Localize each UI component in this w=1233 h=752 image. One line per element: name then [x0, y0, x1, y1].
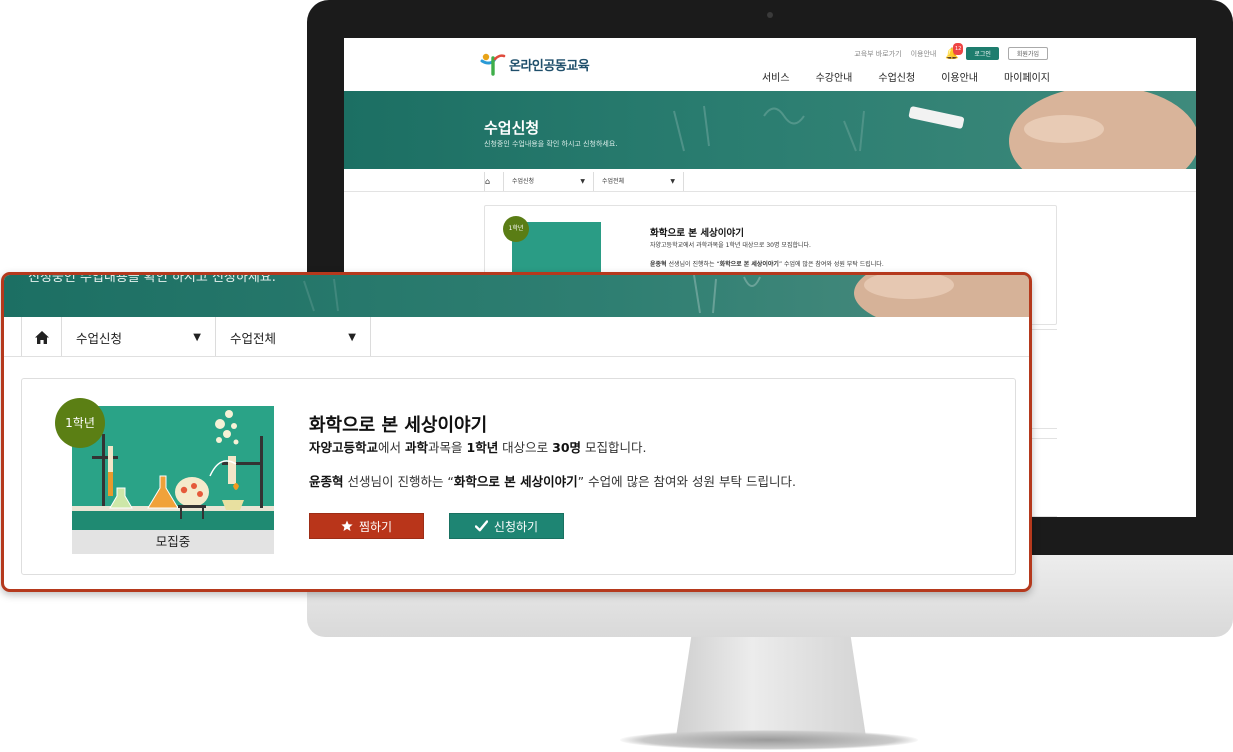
logo-icon: [480, 52, 506, 76]
breadcrumb-select-category[interactable]: 수업신청 ▼: [62, 317, 216, 357]
school-name: 자양고등학교: [650, 242, 684, 249]
course-card-small-3[interactable]: [1030, 438, 1057, 517]
chalkboard-image: [673, 91, 1196, 169]
breadcrumb-label: 수업전체: [602, 178, 625, 185]
course-desc-small: 자양고등학교에서 과학과목을 1학년 대상으로 30명 모집합니다.: [650, 240, 811, 249]
status-label: 모집중: [72, 530, 274, 554]
school-name: 자양고등학교: [309, 440, 379, 455]
breadcrumb-select-filter[interactable]: 수업전체 ▼: [216, 317, 371, 357]
breadcrumb-label: 수업전체: [230, 330, 277, 346]
desc-text: ” 수업에 많은 참여와 성원 부탁 드립니다.: [577, 474, 796, 489]
like-button[interactable]: 찜하기: [309, 513, 424, 539]
course-recruit-info: 자양고등학교에서 과학과목을 1학년 대상으로 30명 모집합니다.: [309, 437, 647, 456]
signup-button[interactable]: 회원가입: [1007, 47, 1048, 60]
course-title-inline: 화학으로 본 세상이야기: [719, 261, 779, 268]
teacher-name: 윤종혁: [650, 261, 667, 268]
hero-banner: 수업신청 신청중인 수업내용을 확인 하시고 신청하세요.: [344, 91, 1196, 169]
zoom-panel: 신청중인 수업내용을 확인 하시고 신청하세요. 수업신청 ▼ 수업전체 ▼ 모…: [1, 272, 1032, 592]
monitor-base: [620, 730, 918, 750]
grade-badge: 1학년: [55, 398, 105, 448]
stage: 온라인공동교육 교육부 바로가기 이용안내 🔔 12 로그인 회원가입 서비스 수…: [0, 0, 1233, 752]
breadcrumb-select-2-small[interactable]: 수업전체 ▼: [594, 172, 684, 192]
course-card: 모집중 1학년 화학으로 본 세상이야기 자양고등학교에서 과학과목을 1학년 …: [21, 378, 1016, 575]
course-card-small-2[interactable]: [1030, 329, 1057, 429]
dropdown-arrow-icon: ▼: [580, 178, 585, 185]
course-teacher-small: 윤종혁 선생님이 진행하는 “화학으로 본 세상이야기” 수업에 많은 참여와 …: [650, 259, 884, 268]
dropdown-arrow-icon: ▼: [670, 178, 675, 185]
desc-text: 과목을: [428, 440, 467, 455]
desc-text: 모집합니다.: [779, 242, 811, 249]
nav-item-guide[interactable]: 이용안내: [941, 69, 978, 84]
course-title-inline: 화학으로 본 세상이야기: [453, 474, 578, 489]
chalkboard-image: [303, 275, 1029, 317]
nav-item-mypage[interactable]: 마이페이지: [1004, 69, 1050, 84]
site-logo[interactable]: 온라인공동교육: [480, 52, 590, 76]
camera-dot: [767, 12, 773, 18]
utility-bar: 교육부 바로가기 이용안내 🔔 12 로그인 회원가입: [854, 42, 1048, 60]
dropdown-arrow-icon: ▼: [348, 331, 356, 343]
course-title[interactable]: 화학으로 본 세상이야기: [309, 411, 487, 437]
hero-banner-zoom: 신청중인 수업내용을 확인 하시고 신청하세요.: [4, 275, 1029, 317]
nav-item-course-info[interactable]: 수강안내: [816, 69, 853, 84]
desc-text: 대상으로: [740, 242, 767, 249]
subject-name: 과학: [696, 242, 708, 249]
home-icon[interactable]: [22, 317, 62, 357]
hero-title-small: 수업신청: [484, 119, 540, 137]
course-title-small: 화학으로 본 세상이야기: [650, 228, 745, 239]
desc-text: 대상으로: [498, 440, 553, 455]
apply-button-label: 신청하기: [493, 519, 539, 534]
desc-text: 선생님이 진행하는 “: [343, 474, 454, 489]
hero-subtitle-small: 신청중인 수업내용을 확인 하시고 신청하세요.: [484, 140, 618, 148]
desc-text: 에서: [683, 242, 697, 249]
nav-item-service[interactable]: 서비스: [762, 69, 790, 84]
bell-icon[interactable]: 🔔 12: [945, 42, 964, 60]
dropdown-arrow-icon: ▼: [193, 331, 201, 343]
monitor-stand: [676, 637, 866, 737]
breadcrumb-label: 수업신청: [512, 178, 535, 185]
grade-text: 1학년: [725, 242, 741, 249]
logo-text: 온라인공동교육: [509, 58, 590, 74]
main-nav: 서비스 수강안내 수업신청 이용안내 마이페이지: [762, 69, 1050, 84]
nav-item-apply[interactable]: 수업신청: [878, 69, 915, 84]
login-button[interactable]: 로그인: [966, 47, 999, 60]
util-link-guide[interactable]: 이용안내: [911, 49, 937, 59]
desc-text: 과목을: [707, 242, 726, 249]
site-header: 온라인공동교육 교육부 바로가기 이용안내 🔔 12 로그인 회원가입 서비스 수…: [344, 38, 1196, 91]
desc-text: 에서: [378, 440, 405, 455]
util-link-moe[interactable]: 교육부 바로가기: [854, 49, 901, 59]
check-icon: [474, 520, 488, 532]
notification-count: 12: [952, 42, 964, 55]
subject-name: 과학: [405, 440, 429, 455]
desc-text: 선생님이 진행하는 “: [666, 261, 720, 268]
desc-text: ” 수업에 많은 참여와 성원 부탁 드립니다.: [778, 261, 884, 268]
breadcrumb-select-1-small[interactable]: 수업신청 ▼: [504, 172, 594, 192]
divider: [344, 191, 1196, 192]
breadcrumb-label: 수업신청: [76, 330, 123, 346]
star-icon: [341, 520, 353, 531]
home-icon[interactable]: ⌂: [485, 172, 504, 192]
like-button-label: 찜하기: [358, 519, 393, 534]
grade-badge-small: 1학년: [503, 216, 529, 242]
capacity-text: 30명: [552, 440, 582, 455]
capacity-text: 30명: [766, 242, 780, 249]
teacher-name: 윤종혁: [309, 474, 344, 489]
grade-text: 1학년: [466, 440, 499, 455]
breadcrumb: 수업신청 ▼ 수업전체 ▼: [21, 317, 371, 357]
divider: [4, 356, 1029, 357]
apply-button[interactable]: 신청하기: [449, 513, 564, 539]
desc-text: 모집합니다.: [581, 440, 647, 455]
course-teacher-info: 윤종혁 선생님이 진행하는 “화학으로 본 세상이야기” 수업에 많은 참여와 …: [309, 471, 796, 490]
breadcrumb-small: ⌂ 수업신청 ▼ 수업전체 ▼: [484, 172, 684, 192]
